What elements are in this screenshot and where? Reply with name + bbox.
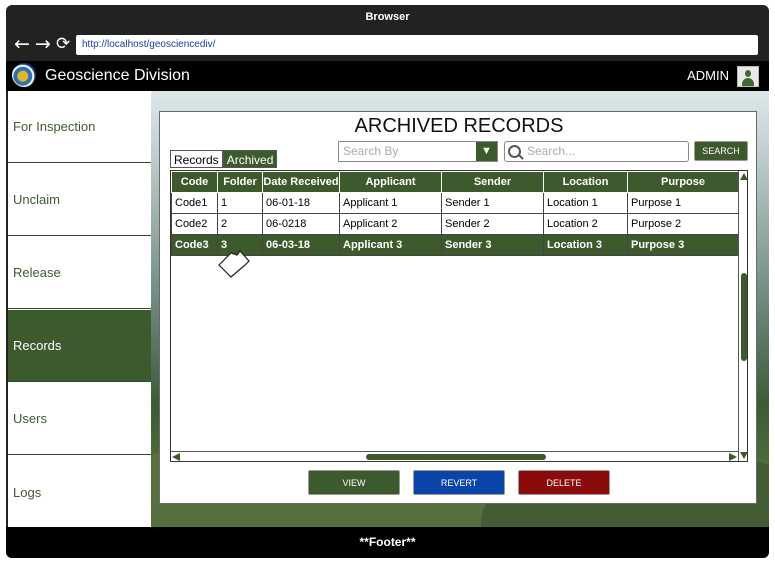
hand-cursor-icon: [218, 250, 250, 278]
cell-sender: Sender 1: [441, 192, 544, 214]
vertical-scroll-thumb[interactable]: [741, 273, 747, 361]
horizontal-scrollbar[interactable]: [171, 451, 738, 461]
scroll-up-icon[interactable]: [740, 173, 747, 180]
cell-applicant: Applicant 2: [339, 213, 442, 235]
delete-button[interactable]: DELETE: [518, 470, 610, 495]
column-header-date-received[interactable]: Date Received: [262, 171, 340, 193]
cell-date-received: 06-0218: [262, 213, 340, 235]
cell-date-received: 06-03-18: [262, 234, 340, 256]
sidebar: For Inspection Unclaim Release Records U…: [8, 91, 151, 527]
cell-applicant: Applicant 1: [339, 192, 442, 214]
sidebar-item-unclaim[interactable]: Unclaim: [8, 164, 151, 236]
sidebar-item-logs[interactable]: Logs: [8, 456, 151, 528]
scroll-right-icon[interactable]: [729, 453, 737, 461]
cell-code: Code3: [171, 234, 218, 256]
user-avatar-icon[interactable]: [737, 66, 759, 87]
table-row[interactable]: Code2 2 06-0218 Applicant 2 Sender 2 Loc…: [171, 213, 739, 235]
back-arrow-icon[interactable]: ←: [14, 33, 30, 55]
cell-purpose: Purpose 1: [627, 192, 739, 214]
scroll-down-icon[interactable]: [740, 452, 747, 459]
sidebar-item-release[interactable]: Release: [8, 237, 151, 309]
cell-purpose: Purpose 2: [627, 213, 739, 235]
cell-location: Location 3: [543, 234, 628, 256]
chevron-down-icon[interactable]: ▼: [476, 142, 497, 161]
archived-records-panel: ARCHIVED RECORDS Records Archived Search …: [159, 111, 757, 504]
column-header-location[interactable]: Location: [543, 171, 628, 193]
geoscience-logo-icon: [12, 63, 36, 87]
cell-code: Code1: [171, 192, 218, 214]
column-header-sender[interactable]: Sender: [441, 171, 544, 193]
browser-title: Browser: [365, 11, 410, 23]
search-by-placeholder: Search By: [343, 144, 399, 158]
search-input[interactable]: Search...: [504, 141, 689, 162]
column-header-purpose[interactable]: Purpose: [627, 171, 739, 193]
table-header-row: Code Folder Date Received Applicant Send…: [171, 171, 739, 193]
vertical-scrollbar[interactable]: [738, 171, 747, 461]
cell-sender: Sender 2: [441, 213, 544, 235]
cell-date-received: 06-01-18: [262, 192, 340, 214]
table-row-selected[interactable]: Code3 3 06-03-18 Applicant 3 Sender 3 Lo…: [171, 234, 739, 256]
column-header-folder[interactable]: Folder: [217, 171, 263, 193]
tab-records[interactable]: Records: [170, 150, 223, 168]
footer: **Footer**: [6, 527, 769, 558]
search-by-dropdown[interactable]: Search By ▼: [338, 141, 498, 162]
scroll-left-icon[interactable]: [172, 453, 180, 461]
horizontal-scroll-thumb[interactable]: [366, 454, 546, 460]
browser-navbar: ← → ⟳ http://localhost/geosciencediv/: [6, 29, 769, 59]
user-name[interactable]: ADMIN: [687, 61, 729, 91]
tab-archived[interactable]: Archived: [222, 150, 278, 168]
cell-applicant: Applicant 3: [339, 234, 442, 256]
cell-code: Code2: [171, 213, 218, 235]
column-header-code[interactable]: Code: [171, 171, 218, 193]
sidebar-item-records[interactable]: Records: [8, 310, 151, 382]
search-placeholder: Search...: [527, 144, 576, 158]
records-table: Code Folder Date Received Applicant Send…: [170, 170, 748, 462]
table-row[interactable]: Code1 1 06-01-18 Applicant 1 Sender 1 Lo…: [171, 192, 739, 214]
reload-icon[interactable]: ⟳: [56, 33, 70, 55]
app-title: Geoscience Division: [45, 67, 190, 84]
cell-folder: 1: [217, 192, 263, 214]
app-header: Geoscience Division ADMIN: [6, 61, 769, 91]
search-button[interactable]: SEARCH: [694, 141, 748, 161]
forward-arrow-icon[interactable]: →: [35, 33, 51, 55]
address-bar[interactable]: http://localhost/geosciencediv/: [76, 35, 758, 55]
cell-purpose: Purpose 3: [627, 234, 739, 256]
cell-folder: 2: [217, 213, 263, 235]
column-header-applicant[interactable]: Applicant: [339, 171, 442, 193]
cell-location: Location 1: [543, 192, 628, 214]
page-title: ARCHIVED RECORDS: [354, 115, 564, 137]
view-button[interactable]: VIEW: [308, 470, 400, 495]
revert-button[interactable]: REVERT: [413, 470, 505, 495]
cell-sender: Sender 3: [441, 234, 544, 256]
search-icon: [508, 145, 521, 158]
cell-location: Location 2: [543, 213, 628, 235]
record-tabs: Records Archived: [170, 150, 278, 168]
sidebar-item-for-inspection[interactable]: For Inspection: [8, 91, 151, 163]
sidebar-item-users[interactable]: Users: [8, 383, 151, 455]
